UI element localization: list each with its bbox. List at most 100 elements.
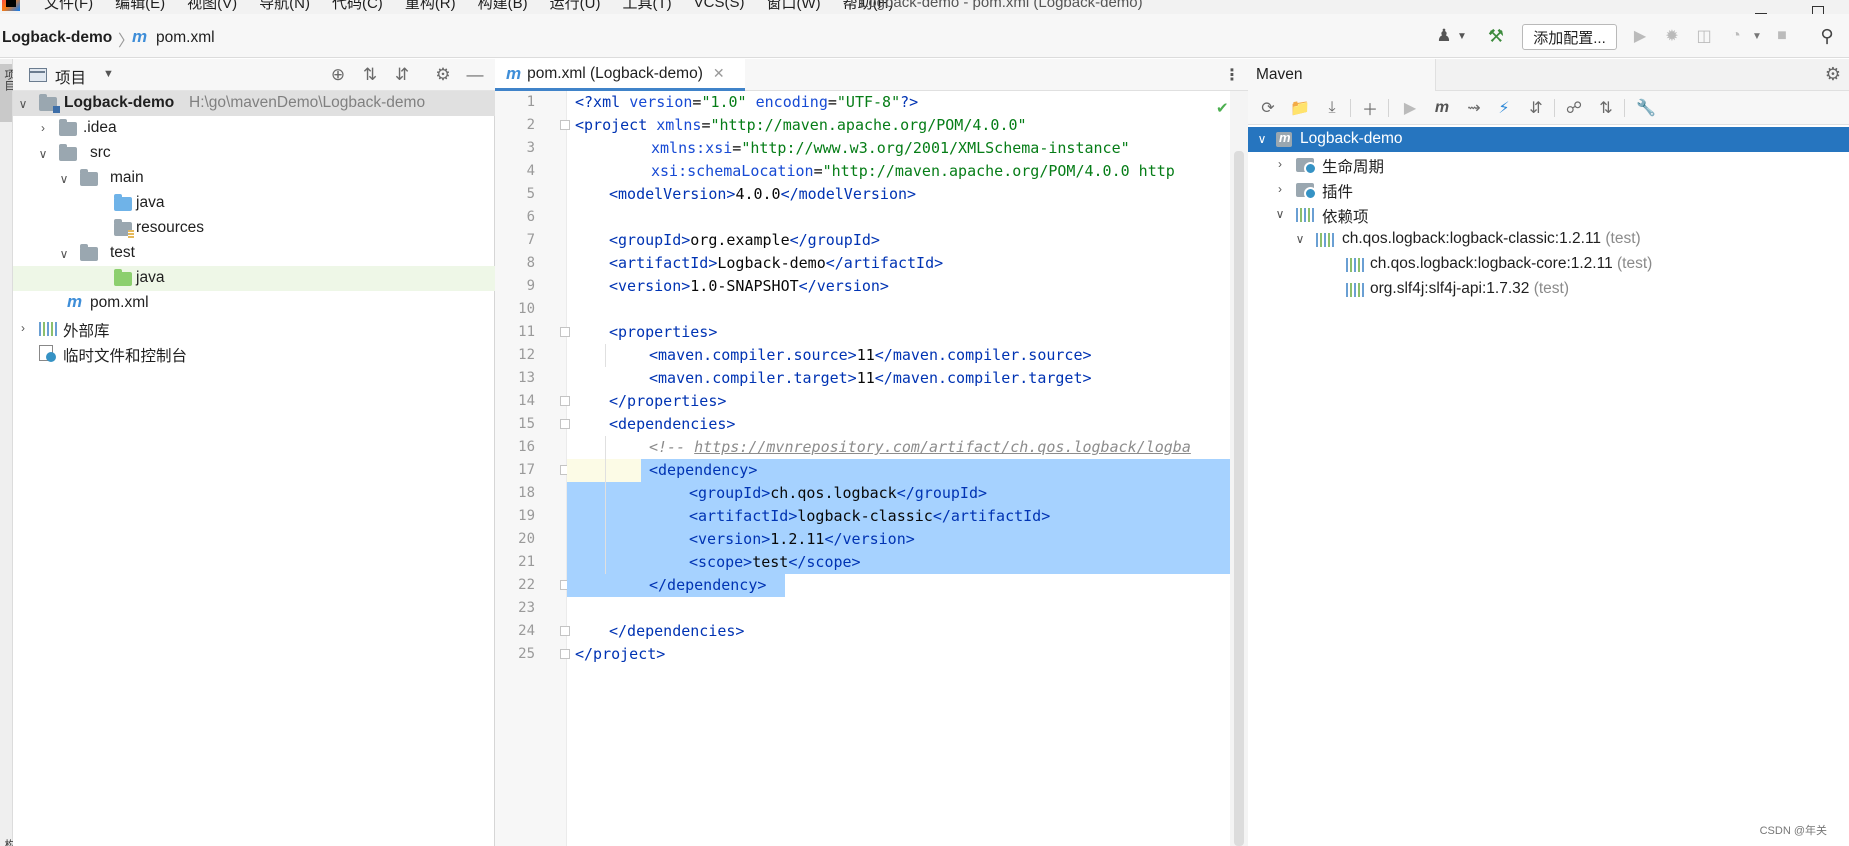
toggle-offline-icon[interactable]: ⇝ xyxy=(1462,96,1486,120)
menu-code[interactable]: 代码(C) xyxy=(332,0,383,13)
wrench-icon[interactable]: 🔧 xyxy=(1634,96,1658,120)
close-icon[interactable]: ✕ xyxy=(713,65,725,82)
chevron-down-icon[interactable]: ∨ xyxy=(58,172,70,186)
chevron-down-icon[interactable]: ▼ xyxy=(1745,24,1769,48)
menu-tools[interactable]: 工具(T) xyxy=(622,0,671,13)
code-area[interactable]: <?xml version="1.0" encoding="UTF-8"?> <… xyxy=(567,91,1230,846)
tree-item-label: 临时文件和控制台 xyxy=(63,348,188,365)
chevron-down-icon[interactable]: ∨ xyxy=(58,247,70,261)
code-line-3: xmlns:xsi="http://www.w3.org/2001/XMLSch… xyxy=(651,139,1130,157)
maven-tree-project[interactable]: ∨ Logback-demo xyxy=(1248,127,1849,152)
coverage-icon[interactable]: ◫ xyxy=(1692,24,1716,48)
run-icon[interactable]: ▶ xyxy=(1398,96,1422,120)
menu-bar: 文件(F) 编辑(E) 视图(V) 导航(N) 代码(C) 重构(R) 构建(B… xyxy=(0,0,1849,14)
chevron-right-icon[interactable]: › xyxy=(17,321,29,335)
skip-tests-icon[interactable]: ⚡ xyxy=(1492,96,1516,120)
code-line-18: <groupId>ch.qos.logback</groupId> xyxy=(689,484,988,502)
chevron-down-icon[interactable]: ▼ xyxy=(103,68,114,80)
tree-item-test[interactable]: ∨ test xyxy=(13,241,495,266)
collapse-all-icon[interactable]: ⇵ xyxy=(1524,96,1548,120)
tree-item-main[interactable]: ∨ main xyxy=(13,166,495,191)
search-icon[interactable]: ⚲ xyxy=(1815,24,1839,48)
editor: m pom.xml (Logback-demo) ✕ ⋮ 1 2 3 4 5 6… xyxy=(495,59,1248,846)
maximize-icon[interactable] xyxy=(1807,0,1827,14)
download-icon[interactable]: ⤓ xyxy=(1320,96,1344,120)
hide-icon[interactable]: — xyxy=(463,63,487,87)
vertical-scrollbar[interactable] xyxy=(1230,91,1248,846)
no-problems-check-icon[interactable]: ✔ xyxy=(1216,99,1229,117)
maven-tab[interactable]: Maven xyxy=(1248,59,1436,91)
locate-icon[interactable]: ⊕ xyxy=(326,63,350,87)
menu-run[interactable]: 运行(U) xyxy=(550,0,601,13)
tree-item-resources[interactable]: resources xyxy=(13,216,495,241)
project-panel-title[interactable]: 项目 xyxy=(55,66,86,88)
tree-item-idea[interactable]: › .idea xyxy=(13,116,495,141)
chevron-down-icon[interactable]: ∨ xyxy=(17,97,29,111)
breadcrumb-project[interactable]: Logback-demo xyxy=(2,29,112,47)
maven-tree-plugins[interactable]: › 插件 xyxy=(1248,177,1849,202)
chevron-right-icon[interactable]: › xyxy=(1274,182,1286,196)
menu-view[interactable]: 视图(V) xyxy=(187,0,237,13)
chevron-down-icon[interactable]: ∨ xyxy=(1274,207,1286,221)
build-hammer-icon[interactable]: ⚒ xyxy=(1484,24,1508,48)
chevron-right-icon[interactable]: › xyxy=(37,121,49,135)
expand-all-icon[interactable]: ⇅ xyxy=(1594,96,1618,120)
chevron-down-icon[interactable]: ∨ xyxy=(1256,132,1268,146)
menu-refactor[interactable]: 重构(R) xyxy=(405,0,456,13)
maven-tree-dependency[interactable]: ch.qos.logback:logback-core:1.2.11 (test… xyxy=(1248,252,1849,277)
tree-item-path: H:\go\mavenDemo\Logback-demo xyxy=(189,94,426,111)
tree-item-main-java[interactable]: java xyxy=(13,191,495,216)
menu-vcs[interactable]: VCS(S) xyxy=(694,0,745,11)
collapse-all-icon[interactable]: ⇵ xyxy=(390,63,414,87)
folder-icon xyxy=(59,144,77,161)
generate-sources-icon[interactable]: 📁 xyxy=(1288,96,1312,120)
add-configuration-button[interactable]: 添加配置... xyxy=(1522,24,1617,50)
maven-tree-lifecycle[interactable]: › 生命周期 xyxy=(1248,152,1849,177)
show-dependencies-icon[interactable]: ☍ xyxy=(1562,96,1586,120)
maven-tree-label: Logback-demo xyxy=(1300,130,1403,147)
expand-all-icon[interactable]: ⇅ xyxy=(358,63,382,87)
tree-item-src[interactable]: ∨ src xyxy=(13,141,495,166)
more-options-icon[interactable]: ⋮ xyxy=(1224,65,1240,85)
minimize-icon[interactable] xyxy=(1751,0,1771,14)
tree-item-test-java[interactable]: java xyxy=(13,266,495,291)
chevron-right-icon[interactable]: › xyxy=(1274,157,1286,171)
add-icon[interactable]: ＋ xyxy=(1358,96,1382,120)
stop-icon[interactable]: ■ xyxy=(1770,24,1794,48)
scrollbar-thumb[interactable] xyxy=(1234,151,1244,846)
maven-tree-dependencies[interactable]: ∨ 依赖项 xyxy=(1248,202,1849,227)
maven-tree-dependency[interactable]: ∨ ch.qos.logback:logback-classic:1.2.11 … xyxy=(1248,227,1849,252)
tree-item-external-libraries[interactable]: › 外部库 xyxy=(13,316,495,341)
menu-window[interactable]: 窗口(W) xyxy=(766,0,820,13)
run-icon[interactable]: ▶ xyxy=(1628,24,1652,48)
chevron-down-icon[interactable]: ▼ xyxy=(1450,24,1474,48)
maven-tree-label: 生命周期 xyxy=(1322,159,1385,176)
maven-tree-dependency[interactable]: org.slf4j:slf4j-api:1.7.32 (test) xyxy=(1248,277,1849,302)
maven-file-icon: m xyxy=(132,27,148,46)
breadcrumb-file[interactable]: pom.xml xyxy=(156,29,215,47)
chevron-down-icon[interactable]: ∨ xyxy=(37,147,49,161)
gear-icon[interactable]: ⚙ xyxy=(431,63,455,87)
menu-build[interactable]: 构建(B) xyxy=(478,0,528,13)
indent-guide xyxy=(605,344,606,367)
tree-item-scratches[interactable]: 临时文件和控制台 xyxy=(13,341,495,366)
menu-navigate[interactable]: 导航(N) xyxy=(259,0,310,13)
reload-icon[interactable]: ⟳ xyxy=(1256,96,1280,120)
menu-file[interactable]: 文件(F) xyxy=(44,0,93,13)
chevron-down-icon[interactable]: ∨ xyxy=(1294,232,1306,246)
watermark: CSDN @年关 xyxy=(1759,825,1827,837)
tree-item-pom[interactable]: m pom.xml xyxy=(13,291,495,316)
execute-goal-icon[interactable]: m xyxy=(1430,96,1454,120)
line-number: 24 xyxy=(518,623,535,639)
line-number: 25 xyxy=(518,646,535,662)
tree-item-project-root[interactable]: ∨ Logback-demo H:\go\mavenDemo\Logback-d… xyxy=(13,91,495,116)
dependencies-icon xyxy=(1296,208,1314,222)
line-number: 10 xyxy=(518,301,535,317)
tab-pom-xml[interactable]: m pom.xml (Logback-demo) ✕ xyxy=(495,59,745,91)
line-number: 14 xyxy=(518,393,535,409)
debug-icon[interactable]: ✹ xyxy=(1660,24,1684,48)
gear-icon[interactable]: ⚙ xyxy=(1825,64,1841,85)
menu-edit[interactable]: 编辑(E) xyxy=(115,0,165,13)
code-line-12: <maven.compiler.source>11</maven.compile… xyxy=(649,346,1092,364)
line-number: 23 xyxy=(518,600,535,616)
